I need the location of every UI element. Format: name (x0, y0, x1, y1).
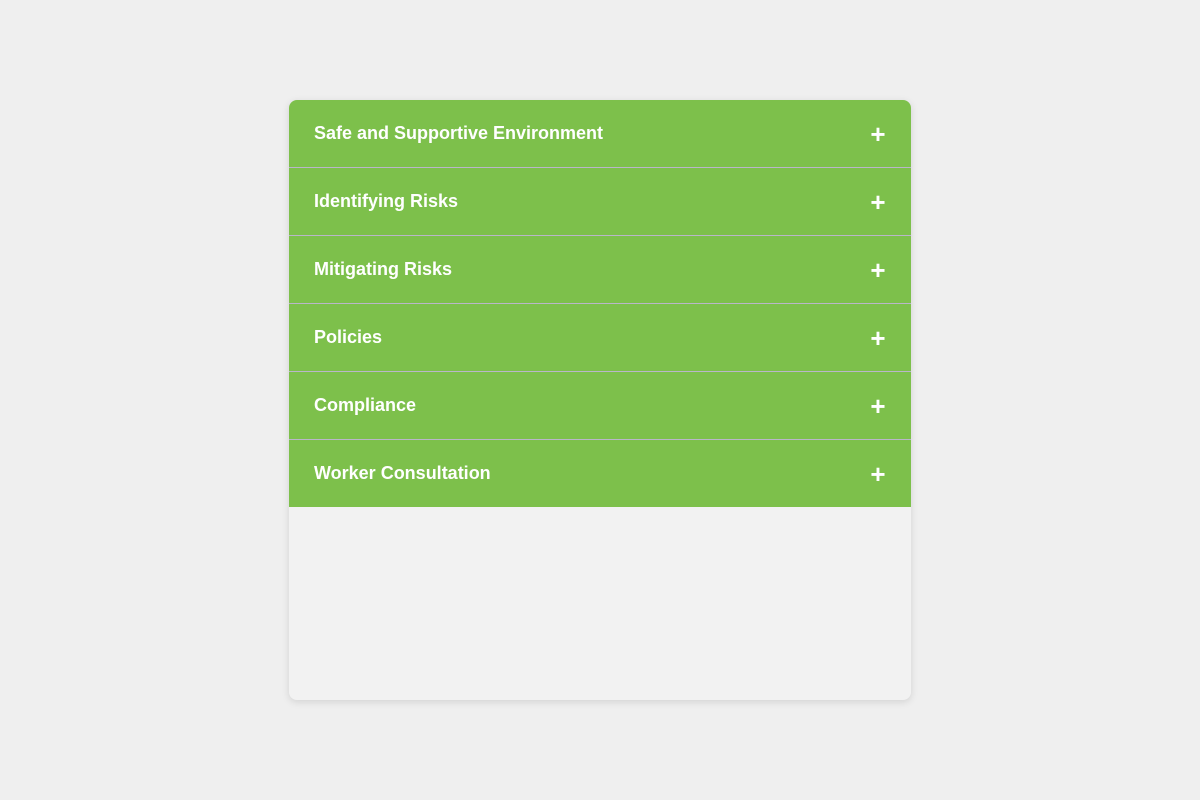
accordion-title: Policies (314, 327, 383, 347)
plus-icon[interactable]: + (870, 189, 886, 215)
accordion-item-identifying-risks: Identifying Risks + (289, 168, 911, 236)
accordion-card: Safe and Supportive Environment + Identi… (289, 100, 911, 700)
accordion-item-mitigating-risks: Mitigating Risks + (289, 236, 911, 304)
plus-icon[interactable]: + (870, 325, 886, 351)
accordion-title: Worker Consultation (314, 463, 491, 483)
accordion-title: Identifying Risks (314, 191, 459, 211)
accordion-list: Safe and Supportive Environment + Identi… (289, 100, 911, 507)
plus-icon[interactable]: + (870, 257, 886, 283)
accordion-header-mitigating-risks[interactable]: Mitigating Risks + (289, 236, 911, 304)
plus-icon[interactable]: + (870, 461, 886, 487)
accordion-header-worker-consultation[interactable]: Worker Consultation + (289, 440, 911, 507)
accordion-item-compliance: Compliance + (289, 372, 911, 440)
plus-icon[interactable]: + (870, 393, 886, 419)
accordion-header-policies[interactable]: Policies + (289, 304, 911, 372)
accordion-title: Mitigating Risks (314, 259, 453, 279)
accordion-header-safe-and-supportive-environment[interactable]: Safe and Supportive Environment + (289, 100, 911, 168)
accordion-item-worker-consultation: Worker Consultation + (289, 440, 911, 507)
accordion-title: Safe and Supportive Environment (314, 123, 604, 143)
plus-icon[interactable]: + (870, 121, 886, 147)
accordion-header-compliance[interactable]: Compliance + (289, 372, 911, 440)
accordion-title: Compliance (314, 395, 417, 415)
accordion-header-identifying-risks[interactable]: Identifying Risks + (289, 168, 911, 236)
accordion-item-safe-and-supportive-environment: Safe and Supportive Environment + (289, 100, 911, 168)
accordion-item-policies: Policies + (289, 304, 911, 372)
